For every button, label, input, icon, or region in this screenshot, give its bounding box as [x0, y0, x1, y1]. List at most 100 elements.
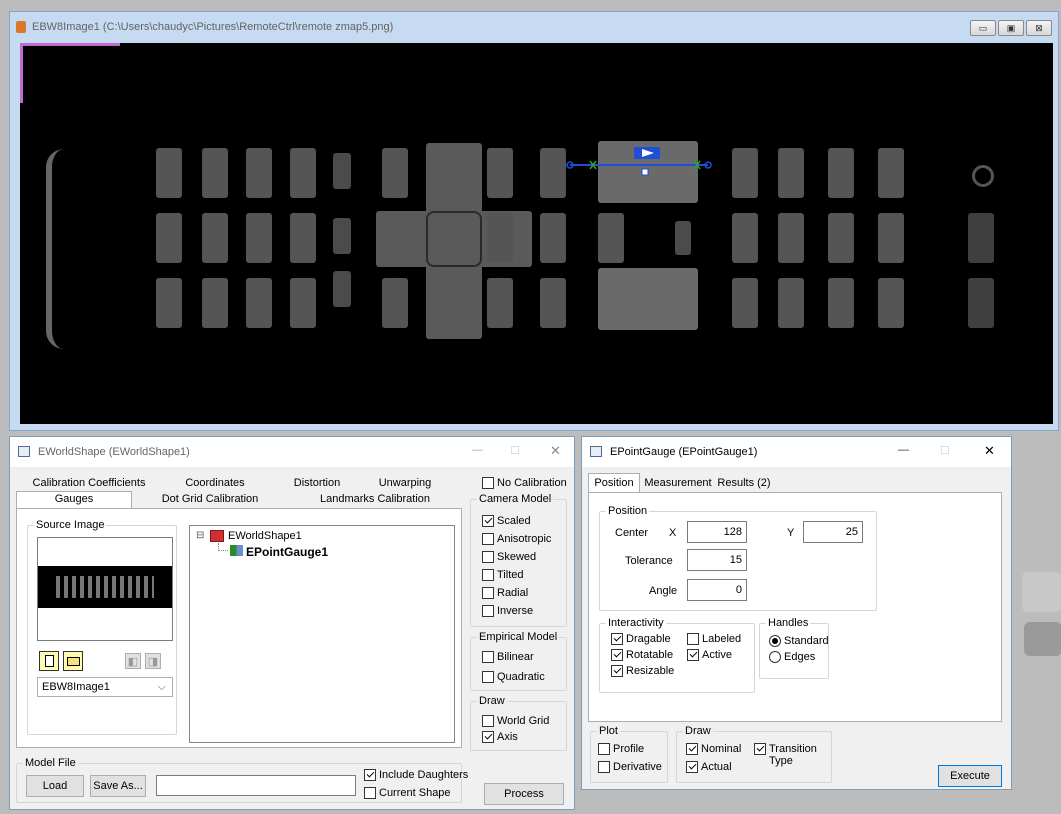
resizable-checkbox[interactable]: Resizable [611, 665, 674, 677]
window-icon [590, 446, 602, 457]
remote-key [778, 278, 804, 328]
tab-unwarping[interactable]: Unwarping [360, 477, 450, 489]
image-window-title: EBW8Image1 (C:\Users\chaudyc\Pictures\Re… [32, 21, 394, 33]
no-calibration-label: No Calibration [497, 477, 567, 489]
image-canvas[interactable] [20, 43, 1053, 424]
center-x-input[interactable]: 128 [687, 521, 747, 543]
new-image-button[interactable] [39, 651, 59, 671]
remote-key [878, 148, 904, 198]
window-icon [18, 446, 30, 457]
execute-button[interactable]: Execute [938, 765, 1002, 787]
remote-key [878, 213, 904, 263]
tab-dot-grid-calibration[interactable]: Dot Grid Calibration [150, 493, 270, 505]
remote-key [290, 213, 316, 263]
remote-key [382, 278, 408, 328]
actual-checkbox[interactable]: Actual [686, 761, 732, 773]
anisotropic-checkbox[interactable]: Anisotropic [482, 533, 551, 545]
close-button[interactable]: ✕ [550, 443, 561, 459]
gauges-panel: Source Image ◧ ◨ EBW8Image1 ⌵ ⊟ EWorldSh… [16, 508, 462, 748]
radial-checkbox[interactable]: Radial [482, 587, 528, 599]
open-image-button[interactable] [63, 651, 83, 671]
next-button: ◨ [145, 653, 161, 669]
scaled-label: Scaled [497, 515, 531, 527]
draw-label: Draw [477, 695, 507, 707]
include-daughters-label: Include Daughters [379, 769, 469, 781]
tolerance-label: Tolerance [625, 555, 673, 567]
standard-radio[interactable]: Standard [769, 635, 829, 647]
remote-key [598, 213, 624, 263]
active-checkbox[interactable]: Active [687, 649, 732, 661]
profile-checkbox[interactable]: Profile [598, 743, 644, 755]
include-daughters-checkbox[interactable]: Include Daughters [364, 769, 468, 781]
maximize-button[interactable]: ☐ [940, 444, 950, 457]
remote-key [202, 213, 228, 263]
remote-key [156, 148, 182, 198]
model-path-input[interactable] [156, 775, 356, 796]
remote-key [487, 148, 513, 198]
center-y-input[interactable]: 25 [803, 521, 863, 543]
scaled-checkbox[interactable]: Scaled [482, 515, 531, 527]
transition-type-checkbox[interactable]: Transition Type [754, 743, 825, 767]
dragable-checkbox[interactable]: Dragable [611, 633, 671, 645]
remote-key [246, 278, 272, 328]
plot-label: Plot [597, 725, 620, 737]
skewed-checkbox[interactable]: Skewed [482, 551, 536, 563]
source-image-select[interactable]: EBW8Image1 ⌵ [37, 677, 173, 697]
process-button[interactable]: Process [484, 783, 564, 805]
new-file-icon [44, 655, 54, 667]
current-shape-checkbox[interactable]: Current Shape [364, 787, 451, 799]
tab-coordinates[interactable]: Coordinates [160, 477, 270, 489]
tree-expand-icon[interactable]: ⊟ [196, 530, 204, 541]
skewed-label: Skewed [497, 551, 537, 563]
axis-checkbox[interactable]: Axis [482, 731, 518, 743]
load-button[interactable]: Load [26, 775, 84, 797]
close-button[interactable]: ⊠ [1026, 20, 1052, 36]
tab-results[interactable]: Results (2) [714, 477, 774, 489]
world-grid-checkbox[interactable]: World Grid [482, 715, 549, 727]
derivative-checkbox[interactable]: Derivative [598, 761, 662, 773]
tab-position[interactable]: Position [588, 477, 640, 489]
tab-distortion[interactable]: Distortion [272, 477, 362, 489]
edges-radio[interactable]: Edges [769, 651, 815, 663]
save-as-button[interactable]: Save As... [90, 775, 146, 797]
tab-landmarks-calibration[interactable]: Landmarks Calibration [300, 493, 450, 505]
remote-key [290, 148, 316, 198]
source-image-select-value: EBW8Image1 [42, 681, 110, 693]
world-shape-icon [210, 530, 224, 542]
tilted-checkbox[interactable]: Tilted [482, 569, 524, 581]
draw-label: Draw [683, 725, 713, 737]
tolerance-input[interactable]: 15 [687, 549, 747, 571]
quadratic-checkbox[interactable]: Quadratic [482, 671, 545, 683]
maximize-button[interactable]: ☐ [510, 444, 520, 457]
axis-label: Axis [497, 731, 518, 743]
remote-key [828, 148, 854, 198]
bilinear-checkbox[interactable]: Bilinear [482, 651, 534, 663]
remote-key [968, 278, 994, 328]
shape-tree[interactable]: ⊟ EWorldShape1 EPointGauge1 [189, 525, 455, 743]
minimize-button[interactable]: — [472, 444, 483, 456]
point-gauge-title: EPointGauge (EPointGauge1) [610, 446, 758, 458]
desktop-background [1010, 560, 1061, 700]
no-calibration-checkbox[interactable]: No Calibration [482, 477, 567, 489]
remote-key [487, 278, 513, 328]
point-gauge-overlay[interactable] [560, 143, 730, 183]
remote-edge [46, 149, 64, 349]
labeled-label: Labeled [702, 633, 742, 645]
tab-calibration-coefficients[interactable]: Calibration Coefficients [14, 477, 164, 489]
nominal-checkbox[interactable]: Nominal [686, 743, 741, 755]
inverse-checkbox[interactable]: Inverse [482, 605, 533, 617]
minimize-button[interactable]: — [898, 444, 909, 456]
tab-measurement[interactable]: Measurement [642, 477, 714, 489]
labeled-checkbox[interactable]: Labeled [687, 633, 741, 645]
angle-label: Angle [649, 585, 678, 597]
chevron-down-icon: ⌵ [157, 681, 166, 693]
angle-input[interactable]: 0 [687, 579, 747, 601]
remote-key [333, 218, 351, 254]
tab-gauges[interactable]: Gauges [16, 493, 132, 505]
maximize-button[interactable]: ▣ [998, 20, 1024, 36]
rotatable-checkbox[interactable]: Rotatable [611, 649, 673, 661]
tree-child-label[interactable]: EPointGauge1 [246, 545, 328, 559]
close-button[interactable]: ✕ [984, 443, 995, 459]
minimize-button[interactable]: ▭ [970, 20, 996, 36]
tree-root-label[interactable]: EWorldShape1 [228, 530, 302, 542]
